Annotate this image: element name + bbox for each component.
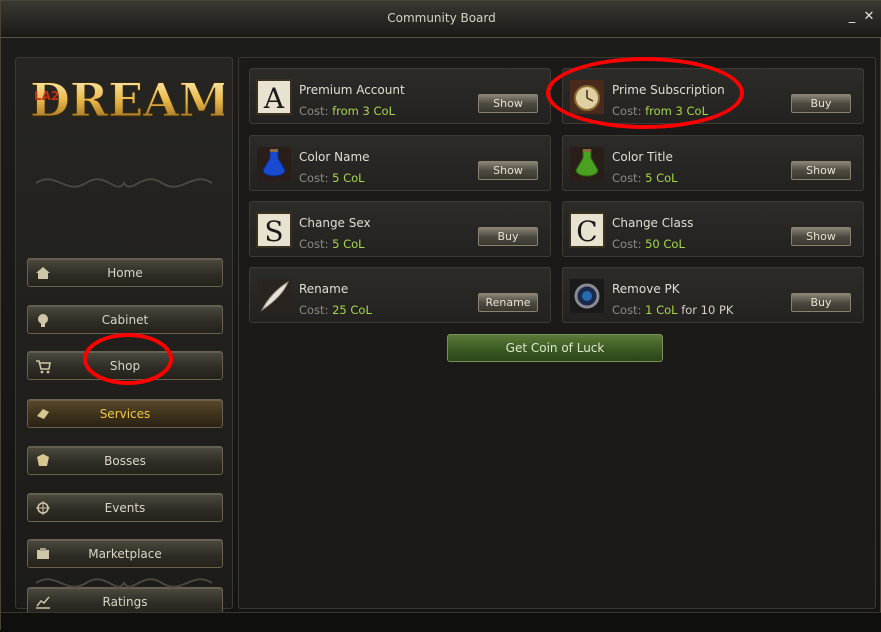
sidebar-item-services[interactable]: Services (27, 399, 223, 428)
service-name: Remove PK (612, 282, 680, 296)
service-card-remove-pk: Remove PK Cost: 1 CoL for 10 PK Buy (562, 267, 864, 323)
cost-label: Cost: (299, 303, 329, 317)
window-title: Community Board (387, 11, 496, 25)
sidebar: DREAM LA2 Home Cabinet Shop Services Bosses E… (15, 57, 233, 616)
community-board-window: Community Board _ ✕ DREAM LA2 Home Cabine… (0, 0, 881, 632)
letter-a-icon: A (256, 79, 292, 115)
change-class-show-button[interactable]: Show (791, 227, 851, 246)
cost-label: Cost: (299, 104, 329, 118)
sidebar-item-label: Bosses (104, 454, 146, 468)
rename-rename-button[interactable]: Rename (478, 293, 538, 312)
cost-value: 25 CoL (332, 303, 372, 317)
service-card-color-name: Color Name Cost: 5 CoL Show (249, 135, 551, 191)
color-title-show-button[interactable]: Show (791, 161, 851, 180)
sidebar-item-label: Home (107, 266, 143, 280)
service-cost: Cost: 50 CoL (612, 237, 685, 251)
service-name: Change Sex (299, 216, 371, 230)
cost-value: 5 CoL (645, 171, 678, 185)
color-name-show-button[interactable]: Show (478, 161, 538, 180)
service-card-rename: Rename Cost: 25 CoL Rename (249, 267, 551, 323)
sidebar-item-label: Shop (109, 359, 141, 373)
service-name: Color Title (612, 150, 673, 164)
service-cost: Cost: 5 CoL (612, 171, 678, 185)
cost-value: from 3 CoL (332, 104, 395, 118)
sidebar-item-label: Events (104, 501, 146, 515)
cost-label: Cost: (299, 237, 329, 251)
remove-pk-buy-button[interactable]: Buy (791, 293, 851, 312)
ornament-divider-bottom (35, 578, 213, 588)
sidebar-item-shop[interactable]: Shop (27, 351, 223, 380)
svg-text:S: S (264, 215, 283, 248)
service-cost: Cost: 5 CoL (299, 237, 365, 251)
service-card-prime-subscription: Prime Subscription Cost: from 3 CoL Buy (562, 68, 864, 124)
cost-value: 5 CoL (332, 171, 365, 185)
cost-extra: for 10 PK (681, 303, 734, 317)
cost-label: Cost: (612, 237, 642, 251)
change-sex-buy-button[interactable]: Buy (478, 227, 538, 246)
service-card-change-sex: S Change Sex Cost: 5 CoL Buy (249, 201, 551, 257)
service-name: Prime Subscription (612, 83, 725, 97)
letter-s-icon: S (256, 212, 292, 248)
cost-value: 1 CoL (645, 303, 678, 317)
prime-subscription-buy-button[interactable]: Buy (791, 94, 851, 113)
ornament-divider (35, 178, 213, 188)
green-potion-icon (570, 147, 604, 181)
sidebar-item-label: Ratings (102, 595, 148, 609)
service-cost: Cost: 1 CoL for 10 PK (612, 303, 733, 317)
sidebar-item-label: Cabinet (101, 313, 149, 327)
service-card-color-title: Color Title Cost: 5 CoL Show (562, 135, 864, 191)
sidebar-item-label: Marketplace (88, 547, 162, 561)
amulet-icon (570, 279, 604, 313)
services-panel: A Premium Account Cost: from 3 CoL Show Prim… (238, 57, 876, 609)
cost-label: Cost: (612, 171, 642, 185)
get-coin-of-luck-button[interactable]: Get Coin of Luck (447, 334, 663, 362)
sidebar-item-events[interactable]: Events (27, 493, 223, 522)
sidebar-item-marketplace[interactable]: Marketplace (27, 539, 223, 568)
sidebar-item-label: Services (99, 407, 151, 421)
minimize-icon[interactable]: _ (844, 9, 860, 25)
blue-potion-icon (257, 147, 291, 181)
svg-text:C: C (576, 215, 597, 248)
service-card-change-class: C Change Class Cost: 50 CoL Show (562, 201, 864, 257)
svg-text:LA2: LA2 (34, 89, 59, 103)
pocket-watch-icon (570, 80, 604, 114)
sidebar-item-home[interactable]: Home (27, 258, 223, 287)
cost-value: 5 CoL (332, 237, 365, 251)
cost-value: from 3 CoL (645, 104, 708, 118)
service-cost: Cost: 25 CoL (299, 303, 372, 317)
cost-value: 50 CoL (645, 237, 685, 251)
service-name: Change Class (612, 216, 694, 230)
title-bar[interactable]: Community Board _ ✕ (1, 1, 881, 38)
sidebar-item-bosses[interactable]: Bosses (27, 446, 223, 475)
service-card-premium-account: A Premium Account Cost: from 3 CoL Show (249, 68, 551, 124)
service-cost: Cost: 5 CoL (299, 171, 365, 185)
dream-logo: DREAM LA2 (30, 73, 225, 128)
service-cost: Cost: from 3 CoL (299, 104, 395, 118)
cost-label: Cost: (299, 171, 329, 185)
service-name: Rename (299, 282, 349, 296)
service-cost: Cost: from 3 CoL (612, 104, 708, 118)
service-name: Premium Account (299, 83, 405, 97)
bottom-hud-strip (1, 612, 881, 632)
svg-text:A: A (263, 82, 285, 115)
quill-icon (257, 279, 291, 313)
premium-account-show-button[interactable]: Show (478, 94, 538, 113)
cost-label: Cost: (612, 104, 642, 118)
close-icon[interactable]: ✕ (861, 9, 877, 25)
letter-c-icon: C (569, 212, 605, 248)
sidebar-item-cabinet[interactable]: Cabinet (27, 305, 223, 334)
service-name: Color Name (299, 150, 370, 164)
cost-label: Cost: (612, 303, 642, 317)
